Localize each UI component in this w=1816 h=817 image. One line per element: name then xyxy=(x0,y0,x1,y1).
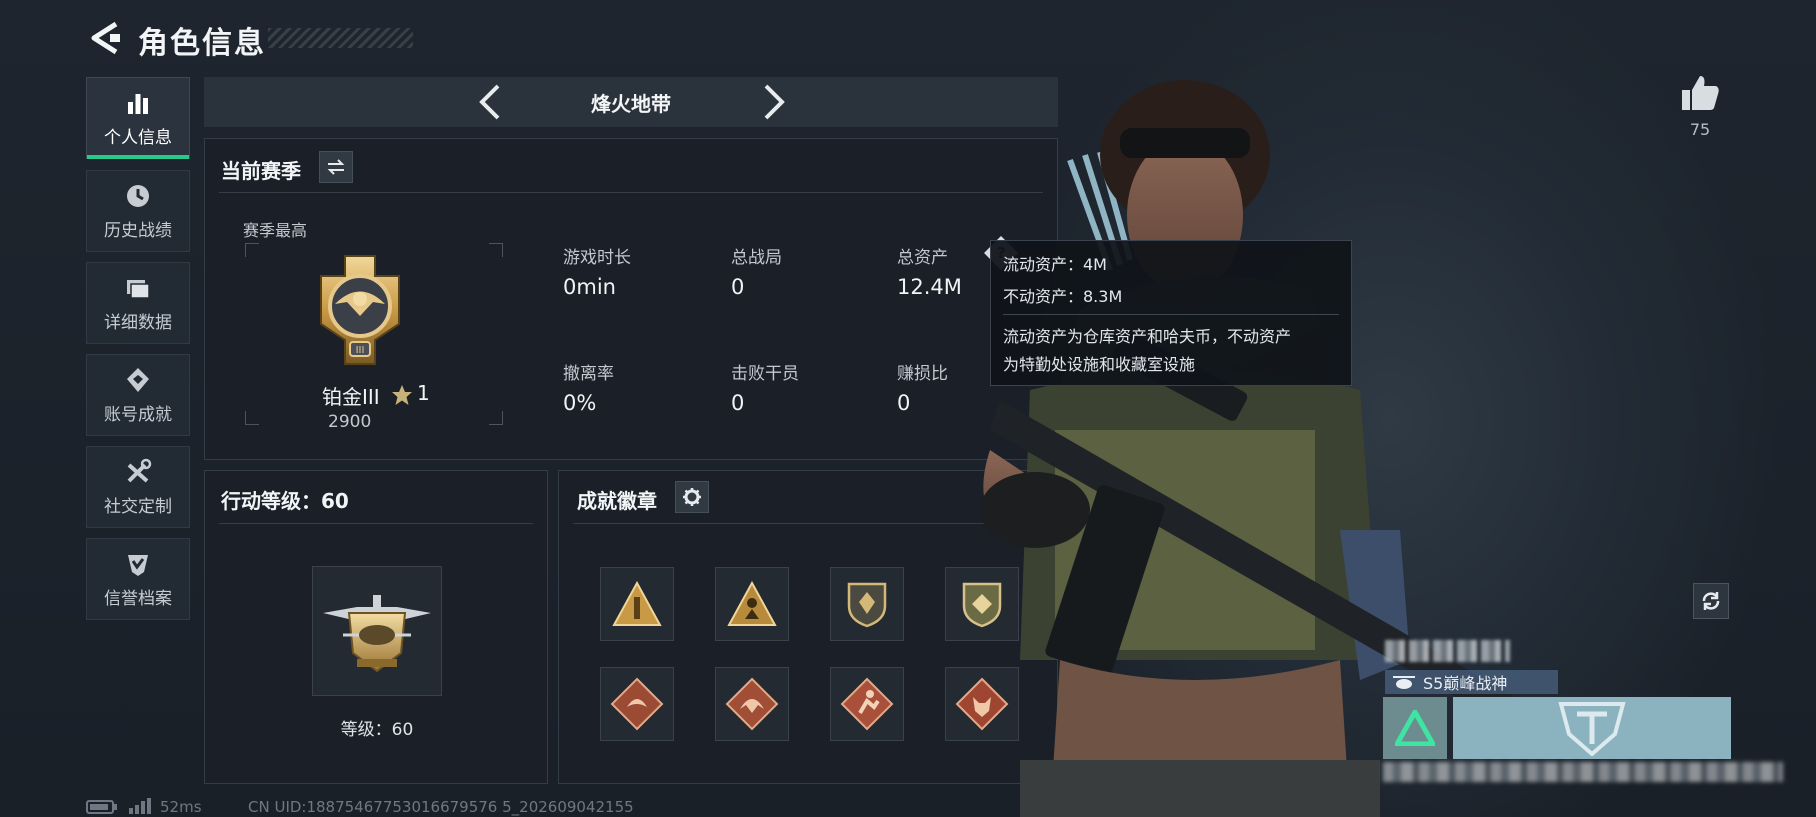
rank-name: 铂金III xyxy=(322,385,380,409)
chevron-right-icon[interactable] xyxy=(760,82,788,122)
rank-emblem-icon: III xyxy=(320,255,400,365)
nav-item-history[interactable]: 历史战绩 xyxy=(86,170,190,252)
tooltip-liquid-assets: 流动资产：4M xyxy=(1003,255,1107,274)
tooltip-fixed-assets: 不动资产：8.3M xyxy=(1003,287,1123,306)
back-arrow-icon[interactable] xyxy=(86,20,120,56)
season-best-label: 赛季最高 xyxy=(243,221,308,240)
refresh-icon xyxy=(1702,592,1720,610)
divider xyxy=(219,523,533,524)
frame-corner xyxy=(245,243,259,257)
stat-label-total-assets: 总资产 xyxy=(897,248,948,268)
frame-corner xyxy=(489,411,503,425)
like-count: 75 xyxy=(1689,120,1711,139)
achievement-badge[interactable] xyxy=(830,667,904,741)
frame-corner xyxy=(489,243,503,257)
shield-crest-badge-icon xyxy=(847,582,887,628)
nav-label: 账号成就 xyxy=(104,404,172,425)
dragon-badge-icon xyxy=(725,677,779,731)
shield-logo-icon xyxy=(1558,702,1626,756)
nav-label: 个人信息 xyxy=(104,127,172,148)
dragon-badge-icon xyxy=(610,677,664,731)
nav-item-detailed-data[interactable]: 详细数据 xyxy=(86,262,190,344)
triangle-gold-badge-icon xyxy=(612,581,662,626)
helicopter-icon xyxy=(1393,676,1415,689)
frame-corner xyxy=(245,411,259,425)
level-caption: 等级：60 xyxy=(340,720,414,740)
rank-tag-triangle xyxy=(1383,697,1447,759)
stat-value-total-matches: 0 xyxy=(731,275,745,299)
stat-label-total-matches: 总战局 xyxy=(731,248,782,268)
star-icon xyxy=(392,385,412,405)
clock-icon xyxy=(127,184,149,207)
stat-value-operators-defeated: 0 xyxy=(731,391,745,415)
gear-icon xyxy=(683,488,701,506)
blurred-info xyxy=(1383,762,1783,782)
achievement-badge[interactable] xyxy=(600,667,674,741)
achievement-badge[interactable] xyxy=(715,567,789,641)
ping-value: 52ms xyxy=(160,798,202,816)
season-panel: 当前赛季 赛季最高 III 铂金III 1 2900 游戏时长 0min 总战局… xyxy=(204,138,1058,460)
nav-item-achievements[interactable]: 账号成就 xyxy=(86,354,190,436)
stat-label-operators-defeated: 击败干员 xyxy=(731,364,799,384)
nav-label: 信誉档案 xyxy=(104,588,172,609)
achievement-badge[interactable] xyxy=(830,567,904,641)
stat-value-profit-ratio: 0 xyxy=(897,391,911,415)
season-title: 当前赛季 xyxy=(221,159,301,183)
stat-label-profit-ratio: 赚损比 xyxy=(897,364,948,384)
level-title: 行动等级：60 xyxy=(221,489,349,513)
triangle-figure-badge-icon xyxy=(727,581,777,626)
stat-value-play-time: 0min xyxy=(563,275,616,299)
rank-stars: 1 xyxy=(417,381,430,405)
nav-label: 社交定制 xyxy=(104,496,172,517)
stat-value-extract-rate: 0% xyxy=(563,391,597,415)
battery-icon xyxy=(86,800,117,814)
triangle-logo-icon xyxy=(1395,710,1435,746)
nav-item-social-custom[interactable]: 社交定制 xyxy=(86,446,190,528)
badges-title: 成就徽章 xyxy=(577,489,657,513)
bar-chart-icon xyxy=(128,93,148,114)
nav-label: 历史战绩 xyxy=(104,220,172,241)
rank-score: 2900 xyxy=(328,412,372,432)
mode-label: 烽火地带 xyxy=(591,92,671,116)
folder-icon xyxy=(127,279,150,299)
runner-badge-icon xyxy=(840,677,894,731)
divider xyxy=(219,192,1043,193)
diamond-badge-icon xyxy=(127,367,149,392)
achievement-badge[interactable] xyxy=(715,667,789,741)
tooltip-desc-2: 为特勤处设施和收藏室设施 xyxy=(1003,355,1196,374)
tooltip-desc-1: 流动资产为仓库资产和哈夫币，不动资产 xyxy=(1003,327,1292,346)
tools-icon xyxy=(127,458,152,482)
stat-value-total-assets: 12.4M xyxy=(897,275,962,299)
refresh-button[interactable] xyxy=(1693,583,1729,619)
shield-check-icon xyxy=(128,554,148,576)
helicopter-emblem-icon xyxy=(323,595,431,673)
nav-item-reputation[interactable]: 信誉档案 xyxy=(86,538,190,620)
player-title-chip: S5巅峰战神 xyxy=(1385,670,1558,694)
badge-settings-button[interactable] xyxy=(675,481,709,513)
swap-icon xyxy=(327,159,345,175)
divider xyxy=(1003,314,1339,315)
svg-text:III: III xyxy=(356,345,365,356)
rank-tag-emblem xyxy=(1453,697,1731,759)
stat-label-play-time: 游戏时长 xyxy=(563,248,631,268)
player-title: S5巅峰战神 xyxy=(1423,674,1508,693)
thumbs-up-icon[interactable] xyxy=(1680,74,1720,112)
nav-label: 详细数据 xyxy=(104,312,172,333)
asset-tooltip: 流动资产：4M 不动资产：8.3M 流动资产为仓库资产和哈夫币，不动资产 为特勤… xyxy=(990,240,1352,386)
achievement-badge[interactable] xyxy=(600,567,674,641)
title-decoration xyxy=(268,28,413,48)
player-name-blurred xyxy=(1385,640,1510,662)
level-panel: 行动等级：60 等级：60 xyxy=(204,470,548,784)
nav-item-personal-info[interactable]: 个人信息 xyxy=(86,77,190,159)
signal-icon xyxy=(129,798,151,814)
stat-label-extract-rate: 撤离率 xyxy=(563,364,614,384)
player-uid: CN UID:18875467753016679576 5_2026090421… xyxy=(248,798,634,816)
page-title: 角色信息 xyxy=(138,26,266,61)
season-switch-button[interactable] xyxy=(319,151,353,183)
